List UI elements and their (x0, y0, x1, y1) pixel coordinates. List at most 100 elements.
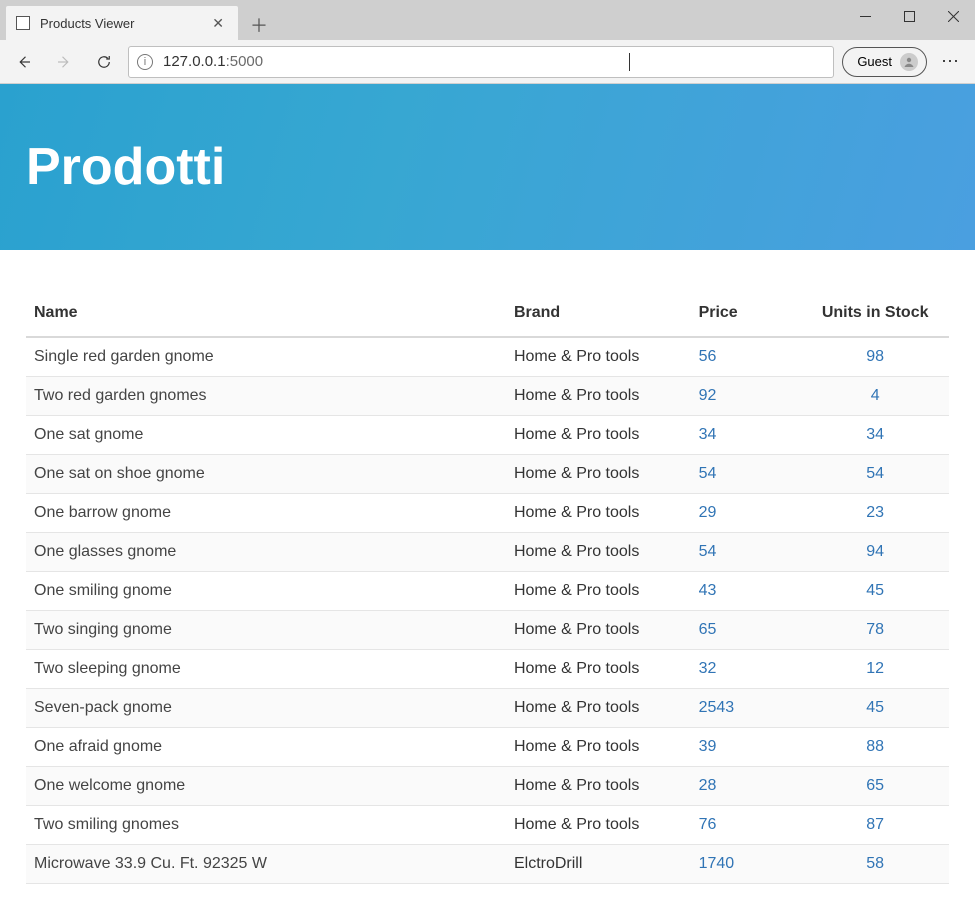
cell-price: 76 (691, 806, 802, 845)
minimize-button[interactable] (843, 0, 887, 32)
page-viewport[interactable]: Prodotti Name Brand Price Units in Stock… (0, 84, 975, 917)
close-window-button[interactable] (931, 0, 975, 32)
cell-brand: Home & Pro tools (506, 377, 691, 416)
arrow-right-icon (55, 53, 73, 71)
table-row: Two singing gnomeHome & Pro tools6578 (26, 611, 949, 650)
site-info-icon[interactable]: i (137, 54, 153, 70)
table-row: One smiling gnomeHome & Pro tools4345 (26, 572, 949, 611)
cell-price: 43 (691, 572, 802, 611)
table-row: One sat on shoe gnomeHome & Pro tools545… (26, 455, 949, 494)
cell-price: 65 (691, 611, 802, 650)
cell-price: 54 (691, 533, 802, 572)
refresh-icon (95, 53, 113, 71)
browser-toolbar: i 127.0.0.1:5000 Guest ⋯ (0, 40, 975, 84)
cell-brand: Home & Pro tools (506, 728, 691, 767)
cell-price: 56 (691, 337, 802, 377)
cell-price: 1740 (691, 845, 802, 884)
refresh-button[interactable] (88, 46, 120, 78)
cell-name: One sat gnome (26, 416, 506, 455)
cell-brand: ElctroDrill (506, 845, 691, 884)
maximize-button[interactable] (887, 0, 931, 32)
cell-price: 92 (691, 377, 802, 416)
cell-price: 54 (691, 455, 802, 494)
url-host: 127.0.0.1 (163, 53, 226, 70)
cell-name: Two red garden gnomes (26, 377, 506, 416)
cell-name: One afraid gnome (26, 728, 506, 767)
cell-price: 39 (691, 728, 802, 767)
cell-price: 32 (691, 650, 802, 689)
browser-tab[interactable]: Products Viewer ✕ (6, 6, 238, 40)
tab-bar: Products Viewer ✕ ＋ (0, 0, 975, 40)
cell-brand: Home & Pro tools (506, 806, 691, 845)
address-bar[interactable]: i 127.0.0.1:5000 (128, 46, 834, 78)
page-favicon-icon (16, 16, 30, 30)
page-hero: Prodotti (0, 84, 975, 250)
cell-name: One smiling gnome (26, 572, 506, 611)
cell-price: 2543 (691, 689, 802, 728)
forward-button (48, 46, 80, 78)
new-tab-button[interactable]: ＋ (244, 10, 274, 40)
cell-price: 28 (691, 767, 802, 806)
table-row: One welcome gnomeHome & Pro tools2865 (26, 767, 949, 806)
window-controls (843, 0, 975, 32)
cell-brand: Home & Pro tools (506, 767, 691, 806)
page-content: Name Brand Price Units in Stock Single r… (0, 250, 975, 914)
cell-stock: 94 (801, 533, 949, 572)
cell-name: One sat on shoe gnome (26, 455, 506, 494)
cell-stock: 58 (801, 845, 949, 884)
cell-stock: 4 (801, 377, 949, 416)
close-tab-button[interactable]: ✕ (208, 14, 228, 32)
arrow-left-icon (15, 53, 33, 71)
cell-stock: 78 (801, 611, 949, 650)
cell-brand: Home & Pro tools (506, 611, 691, 650)
cell-name: One glasses gnome (26, 533, 506, 572)
cell-price: 29 (691, 494, 802, 533)
profile-button[interactable]: Guest (842, 47, 927, 77)
cell-brand: Home & Pro tools (506, 494, 691, 533)
cell-brand: Home & Pro tools (506, 416, 691, 455)
table-row: One barrow gnomeHome & Pro tools2923 (26, 494, 949, 533)
table-row: Microwave 33.9 Cu. Ft. 92325 WElctroDril… (26, 845, 949, 884)
cell-name: Microwave 33.9 Cu. Ft. 92325 W (26, 845, 506, 884)
cell-stock: 87 (801, 806, 949, 845)
cell-price: 34 (691, 416, 802, 455)
cell-name: One welcome gnome (26, 767, 506, 806)
col-header-brand: Brand (506, 294, 691, 337)
url-port: :5000 (226, 53, 264, 70)
cell-name: Single red garden gnome (26, 337, 506, 377)
cell-brand: Home & Pro tools (506, 572, 691, 611)
more-menu-button[interactable]: ⋯ (935, 46, 967, 78)
cell-stock: 88 (801, 728, 949, 767)
text-cursor-icon (629, 53, 630, 71)
cell-name: One barrow gnome (26, 494, 506, 533)
products-table: Name Brand Price Units in Stock Single r… (26, 294, 949, 884)
table-row: Seven-pack gnomeHome & Pro tools254345 (26, 689, 949, 728)
table-row: One glasses gnomeHome & Pro tools5494 (26, 533, 949, 572)
cell-name: Seven-pack gnome (26, 689, 506, 728)
cell-stock: 34 (801, 416, 949, 455)
table-header-row: Name Brand Price Units in Stock (26, 294, 949, 337)
back-button[interactable] (8, 46, 40, 78)
cell-stock: 45 (801, 689, 949, 728)
table-row: One sat gnomeHome & Pro tools3434 (26, 416, 949, 455)
cell-brand: Home & Pro tools (506, 533, 691, 572)
table-row: Two sleeping gnomeHome & Pro tools3212 (26, 650, 949, 689)
cell-stock: 98 (801, 337, 949, 377)
cell-name: Two singing gnome (26, 611, 506, 650)
col-header-price: Price (691, 294, 802, 337)
page-title: Prodotti (26, 137, 225, 197)
col-header-name: Name (26, 294, 506, 337)
table-row: Two smiling gnomesHome & Pro tools7687 (26, 806, 949, 845)
tab-title: Products Viewer (40, 16, 134, 31)
cell-stock: 54 (801, 455, 949, 494)
table-row: Two red garden gnomesHome & Pro tools924 (26, 377, 949, 416)
cell-name: Two sleeping gnome (26, 650, 506, 689)
cell-stock: 45 (801, 572, 949, 611)
table-row: Single red garden gnomeHome & Pro tools5… (26, 337, 949, 377)
profile-label: Guest (857, 54, 892, 69)
cell-stock: 23 (801, 494, 949, 533)
cell-brand: Home & Pro tools (506, 650, 691, 689)
cell-brand: Home & Pro tools (506, 455, 691, 494)
avatar-icon (900, 53, 918, 71)
cell-brand: Home & Pro tools (506, 337, 691, 377)
